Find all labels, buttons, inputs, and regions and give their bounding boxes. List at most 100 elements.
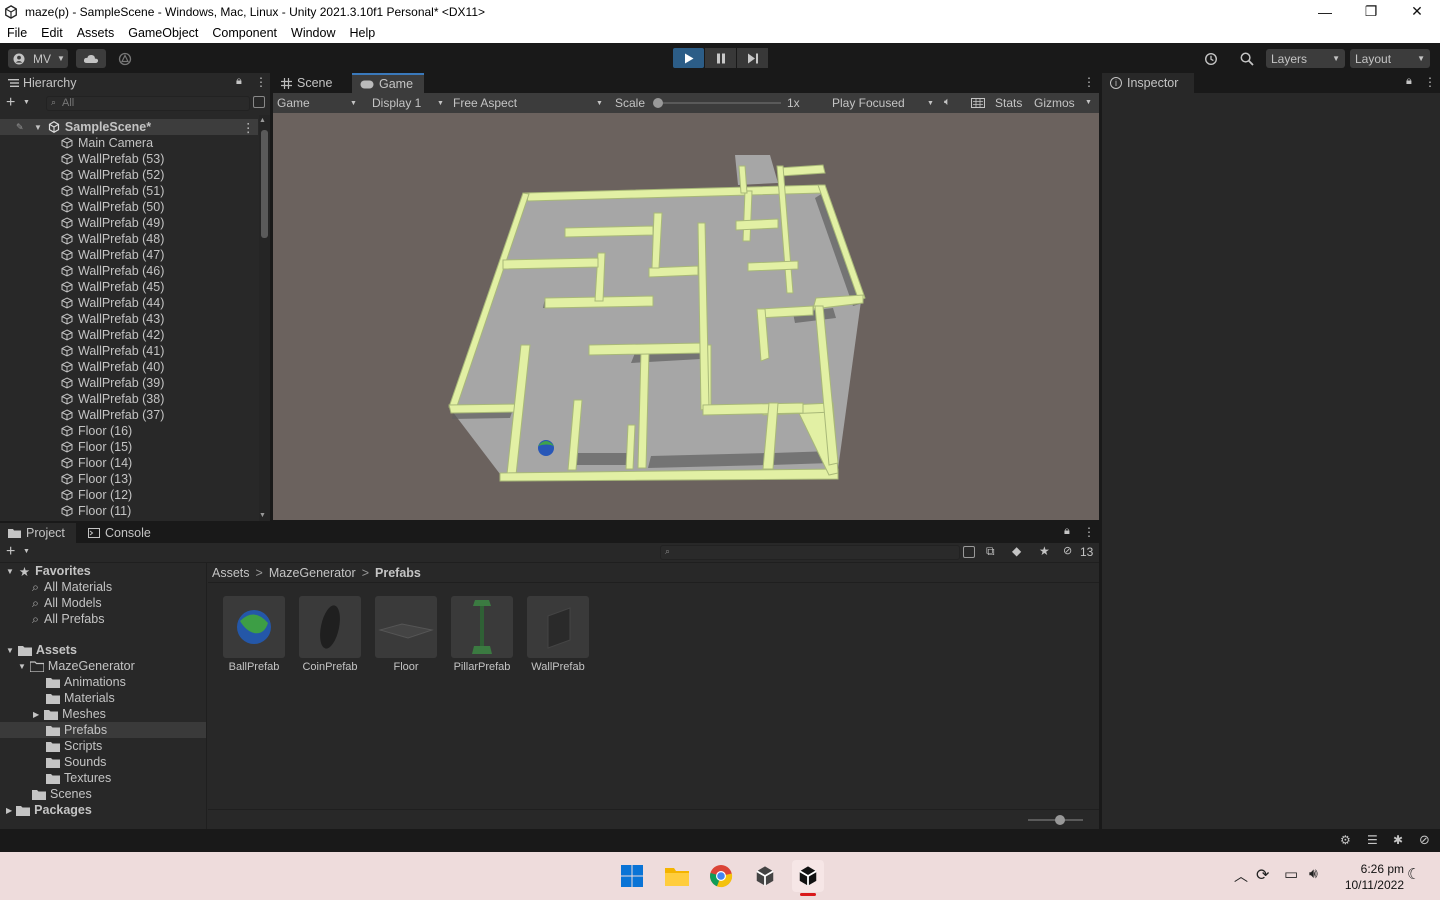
- breadcrumb-mazegenerator[interactable]: MazeGenerator: [269, 566, 356, 580]
- tab-inspector[interactable]: i Inspector: [1102, 73, 1194, 93]
- favorite-all-models[interactable]: ⌕ All Models: [0, 595, 206, 611]
- asset-coinprefab[interactable]: CoinPrefab: [299, 596, 361, 673]
- folder-sounds[interactable]: Sounds: [0, 754, 206, 770]
- project-search-input[interactable]: ⌕: [660, 545, 960, 560]
- folder-prefabs[interactable]: Prefabs: [0, 722, 206, 738]
- packages-folder[interactable]: ▶ Packages: [0, 802, 206, 818]
- tab-scene[interactable]: Scene: [273, 73, 351, 93]
- more-options-icon[interactable]: ⋮: [242, 120, 255, 135]
- hierarchy-item[interactable]: WallPrefab (53): [0, 151, 258, 167]
- file-explorer-button[interactable]: [661, 860, 693, 892]
- chevron-up-icon[interactable]: ︿: [1234, 866, 1248, 886]
- tab-project[interactable]: Project: [0, 523, 76, 543]
- chevron-down-icon[interactable]: ▼: [23, 548, 30, 555]
- chevron-down-icon[interactable]: ▼: [1085, 99, 1092, 106]
- pause-button[interactable]: [705, 48, 736, 68]
- close-button[interactable]: ✕: [1394, 0, 1440, 23]
- folder-mazegenerator[interactable]: ▼ MazeGenerator: [0, 658, 206, 674]
- clock[interactable]: 6:26 pm 10/11/2022: [1336, 861, 1404, 893]
- bug-icon[interactable]: ✱: [1393, 833, 1403, 847]
- account-dropdown[interactable]: MV ▼: [8, 49, 68, 68]
- more-options-icon[interactable]: ⋮: [1424, 75, 1436, 89]
- folder-meshes[interactable]: ▶ Meshes: [0, 706, 206, 722]
- asset-ballprefab[interactable]: BallPrefab: [223, 596, 285, 673]
- hierarchy-item[interactable]: Floor (13): [0, 471, 258, 487]
- cache-icon[interactable]: ☰: [1367, 833, 1378, 847]
- folder-materials[interactable]: Materials: [0, 690, 206, 706]
- label-icon[interactable]: ◆: [1012, 544, 1021, 558]
- lock-icon[interactable]: 🔒︎: [1064, 525, 1070, 538]
- menu-edit[interactable]: Edit: [34, 26, 70, 40]
- favorite-all-prefabs[interactable]: ⌕ All Prefabs: [0, 611, 206, 627]
- menu-window[interactable]: Window: [284, 26, 342, 40]
- favorite-star-icon[interactable]: ★: [1039, 544, 1050, 558]
- more-options-icon[interactable]: ⋮: [1083, 75, 1095, 89]
- hierarchy-item[interactable]: Main Camera: [0, 135, 258, 151]
- focus-moon-icon[interactable]: ☾: [1407, 865, 1420, 883]
- search-options-icon[interactable]: [253, 96, 265, 108]
- asset-pillarprefab[interactable]: PillarPrefab: [451, 596, 513, 673]
- display-dropdown[interactable]: Display 1 ▼: [369, 93, 447, 113]
- breadcrumb-assets[interactable]: Assets: [212, 566, 250, 580]
- hierarchy-item[interactable]: WallPrefab (49): [0, 215, 258, 231]
- folder-scenes[interactable]: Scenes: [0, 786, 206, 802]
- search-button[interactable]: [1233, 49, 1260, 68]
- breadcrumb-prefabs[interactable]: Prefabs: [375, 566, 421, 580]
- scale-slider[interactable]: [653, 98, 781, 108]
- hierarchy-item[interactable]: Floor (11): [0, 503, 258, 519]
- game-mode-dropdown[interactable]: Game ▼: [273, 93, 363, 113]
- hierarchy-item[interactable]: WallPrefab (40): [0, 359, 258, 375]
- favorite-all-materials[interactable]: ⌕ All Materials: [0, 579, 206, 595]
- play-button[interactable]: [673, 48, 704, 68]
- collab-button[interactable]: [112, 49, 138, 68]
- hierarchy-item[interactable]: WallPrefab (45): [0, 279, 258, 295]
- lock-icon[interactable]: 🔒︎: [1406, 75, 1412, 88]
- volume-icon[interactable]: 🔊︎: [1309, 865, 1318, 882]
- hierarchy-item[interactable]: Floor (16): [0, 423, 258, 439]
- filter-type-icon[interactable]: ⧉: [986, 544, 995, 559]
- undo-history-button[interactable]: [1197, 49, 1224, 68]
- hierarchy-item[interactable]: WallPrefab (50): [0, 199, 258, 215]
- menu-component[interactable]: Component: [205, 26, 284, 40]
- lock-icon[interactable]: 🔒︎: [236, 75, 242, 88]
- menu-help[interactable]: Help: [342, 26, 382, 40]
- slider-handle[interactable]: [653, 98, 663, 108]
- hierarchy-item[interactable]: WallPrefab (48): [0, 231, 258, 247]
- hidden-packages-icon[interactable]: ⊘: [1063, 544, 1072, 557]
- debug-icon[interactable]: ⚙: [1340, 833, 1351, 847]
- gizmos-button[interactable]: Gizmos: [1034, 96, 1075, 110]
- scrollbar-thumb[interactable]: [261, 130, 268, 238]
- scene-row[interactable]: ✎ ▼ SampleScene* ⋮: [0, 119, 258, 135]
- visibility-icon[interactable]: ✎: [16, 122, 34, 133]
- chevron-down-icon[interactable]: ▼: [34, 123, 42, 132]
- folder-scripts[interactable]: Scripts: [0, 738, 206, 754]
- thumbnail-size-slider[interactable]: [1028, 815, 1083, 825]
- hierarchy-item[interactable]: WallPrefab (37): [0, 407, 258, 423]
- hierarchy-item[interactable]: WallPrefab (41): [0, 343, 258, 359]
- cloud-button[interactable]: [76, 49, 106, 68]
- assets-folder[interactable]: ▼ Assets: [0, 642, 206, 658]
- step-button[interactable]: [737, 48, 768, 68]
- add-icon[interactable]: +: [6, 94, 15, 112]
- mute-audio-icon[interactable]: 🔈︎: [944, 96, 951, 109]
- chevron-down-icon[interactable]: ▼: [23, 99, 30, 106]
- game-viewport[interactable]: [273, 113, 1099, 520]
- hierarchy-item[interactable]: WallPrefab (51): [0, 183, 258, 199]
- maximize-button[interactable]: ❐: [1348, 0, 1394, 23]
- unity-editor-button[interactable]: [792, 860, 824, 896]
- asset-wallprefab[interactable]: WallPrefab: [527, 596, 589, 673]
- hierarchy-item[interactable]: WallPrefab (43): [0, 311, 258, 327]
- minimize-button[interactable]: —: [1302, 0, 1348, 23]
- hierarchy-item[interactable]: Floor (12): [0, 487, 258, 503]
- tab-console[interactable]: Console: [80, 523, 160, 543]
- tab-game[interactable]: Game: [352, 73, 424, 93]
- more-options-icon[interactable]: ⋮: [255, 75, 267, 89]
- hierarchy-item[interactable]: WallPrefab (44): [0, 295, 258, 311]
- layout-dropdown[interactable]: Layout ▼: [1350, 49, 1430, 68]
- hierarchy-item[interactable]: WallPrefab (47): [0, 247, 258, 263]
- search-by-type-icon[interactable]: [963, 546, 975, 558]
- hierarchy-item[interactable]: Floor (15): [0, 439, 258, 455]
- menu-gameobject[interactable]: GameObject: [121, 26, 205, 40]
- slider-handle[interactable]: [1055, 815, 1065, 825]
- menu-assets[interactable]: Assets: [70, 26, 122, 40]
